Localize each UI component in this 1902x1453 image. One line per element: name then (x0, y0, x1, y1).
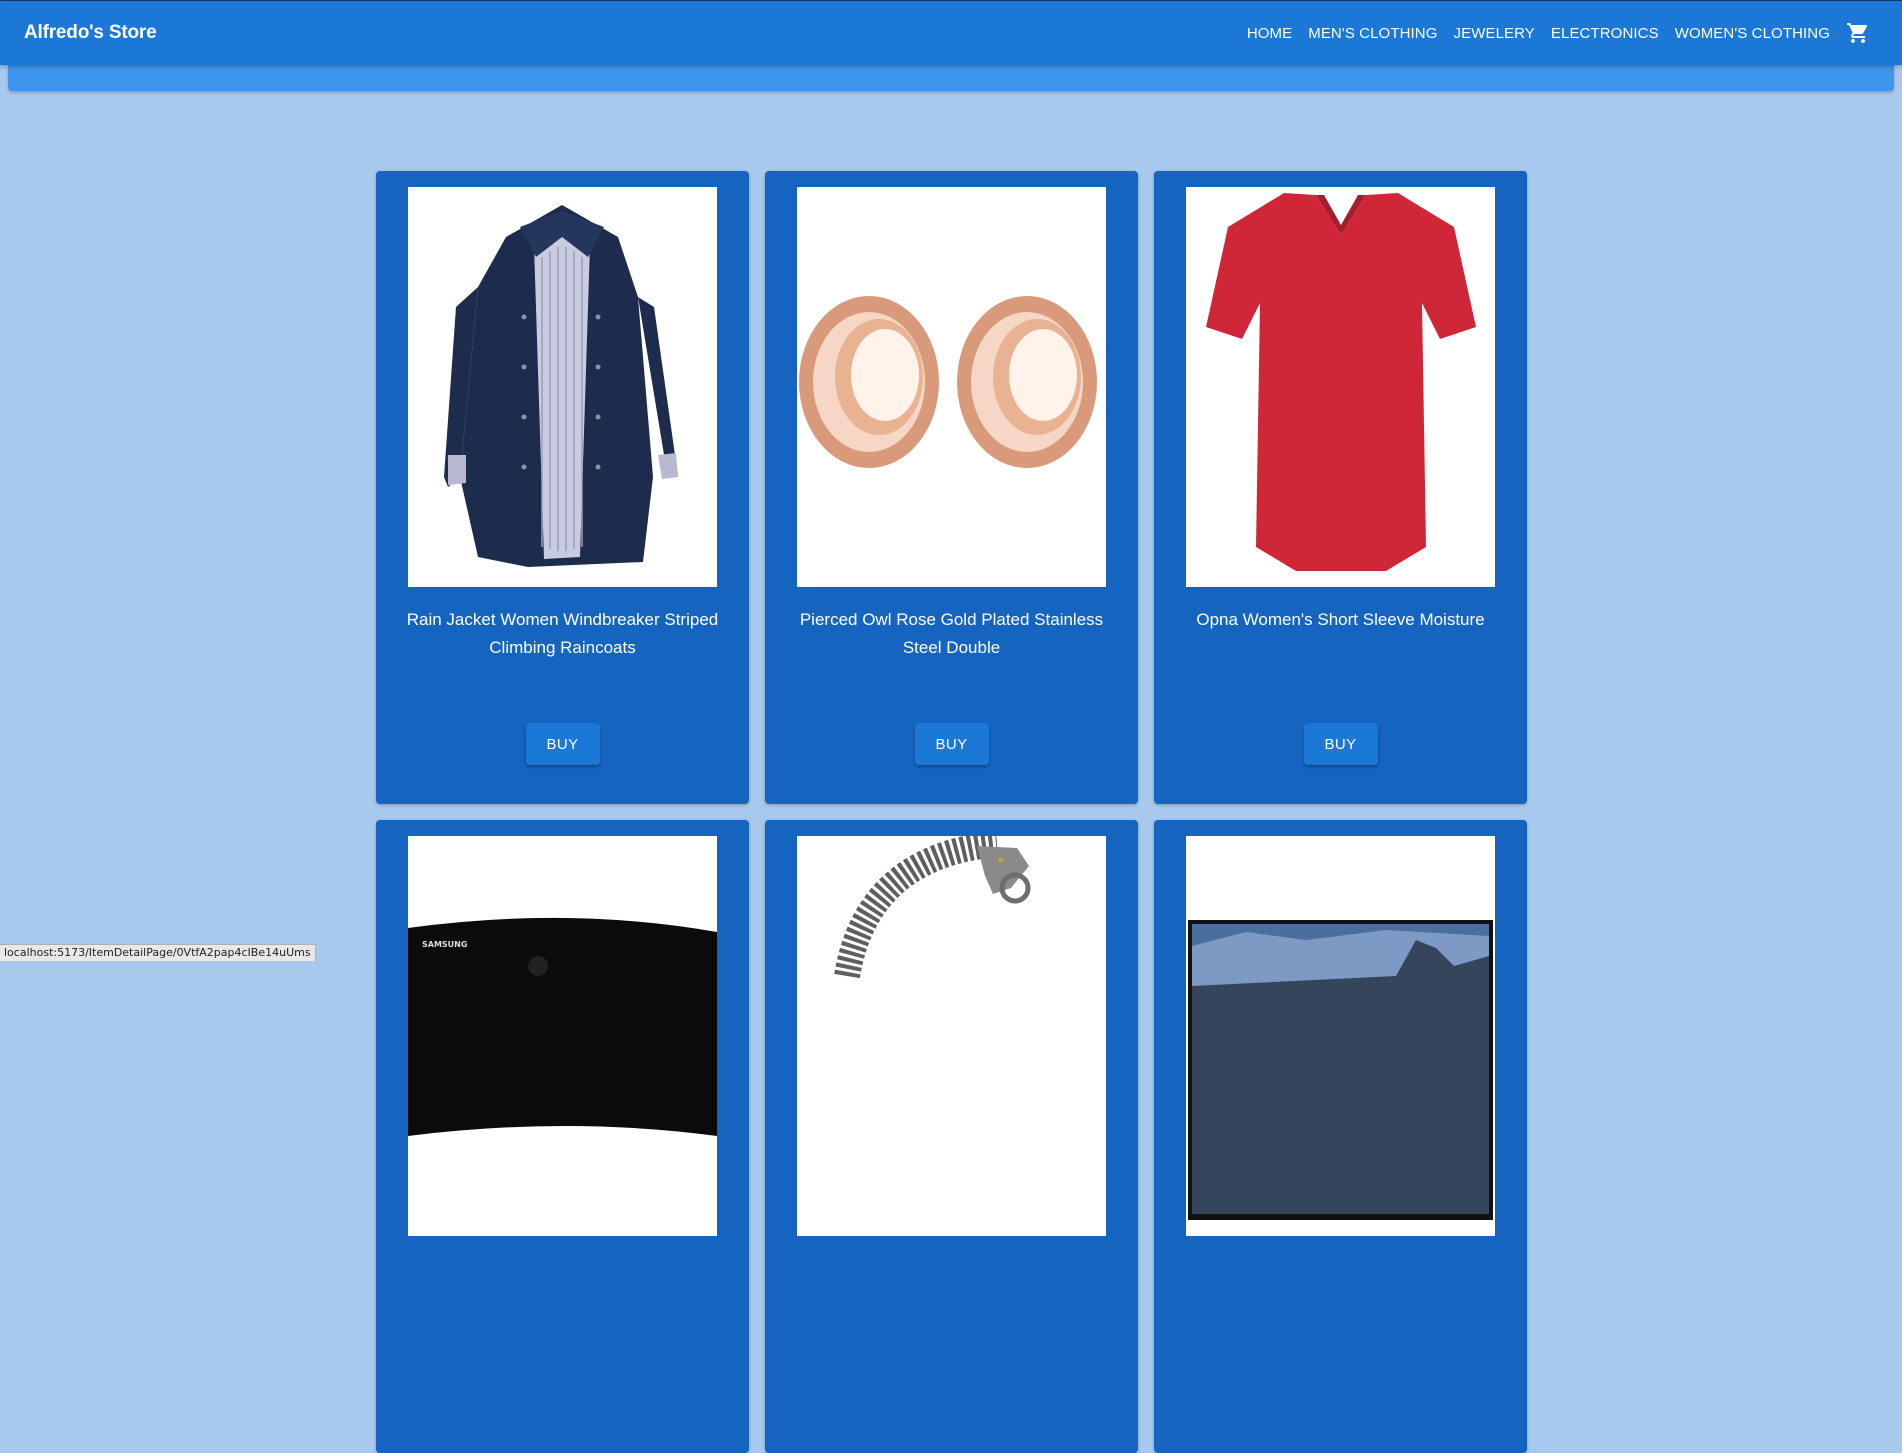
product-card[interactable]: Rain Jacket Women Windbreaker Striped Cl… (376, 171, 749, 804)
svg-text:SAMSUNG: SAMSUNG (422, 940, 467, 949)
store-brand[interactable]: Alfredo's Store (24, 1, 157, 65)
product-title[interactable]: Opna Women's Short Sleeve Moisture (1178, 606, 1503, 634)
product-card[interactable]: Pierced Owl Rose Gold Plated Stainless S… (765, 171, 1138, 804)
app-bar: Alfredo's Store HOME MEN'S CLOTHING JEWE… (0, 1, 1902, 65)
link-preview-status-bar: localhost:5173/ItemDetailPage/0VtfA2pap4… (0, 944, 316, 961)
product-image-dragon-bracelet[interactable] (797, 836, 1106, 1236)
product-card[interactable]: Opna Women's Short Sleeve Moisture BUY (1154, 171, 1527, 804)
buy-button[interactable]: BUY (914, 723, 989, 765)
buy-button[interactable]: BUY (1303, 723, 1378, 765)
product-image-red-tshirt[interactable] (1186, 187, 1495, 587)
product-grid: Rain Jacket Women Windbreaker Striped Cl… (376, 171, 1528, 1453)
product-image-ear-tunnels[interactable] (797, 187, 1106, 587)
nav-electronics[interactable]: ELECTRONICS (1551, 25, 1659, 42)
product-card[interactable]: SAMSUNG (376, 820, 749, 1453)
shopping-cart-icon[interactable] (1846, 21, 1870, 45)
product-image-landscape-monitor[interactable] (1186, 836, 1495, 1236)
product-title[interactable]: Rain Jacket Women Windbreaker Striped Cl… (400, 606, 725, 662)
nav-mens-clothing[interactable]: MEN'S CLOTHING (1308, 25, 1437, 42)
product-title[interactable]: Pierced Owl Rose Gold Plated Stainless S… (789, 606, 1114, 662)
nav-jewelery[interactable]: JEWELERY (1454, 25, 1535, 42)
nav-womens-clothing[interactable]: WOMEN'S CLOTHING (1675, 25, 1830, 42)
buy-button[interactable]: BUY (525, 723, 600, 765)
nav-home[interactable]: HOME (1247, 25, 1292, 42)
main-nav: HOME MEN'S CLOTHING JEWELERY ELECTRONICS… (1231, 1, 1870, 65)
product-card[interactable] (1154, 820, 1527, 1453)
product-image-rain-jacket[interactable] (408, 187, 717, 587)
product-image-samsung-monitor[interactable]: SAMSUNG (408, 836, 717, 1236)
sub-header-bar (8, 64, 1894, 91)
product-card[interactable] (765, 820, 1138, 1453)
